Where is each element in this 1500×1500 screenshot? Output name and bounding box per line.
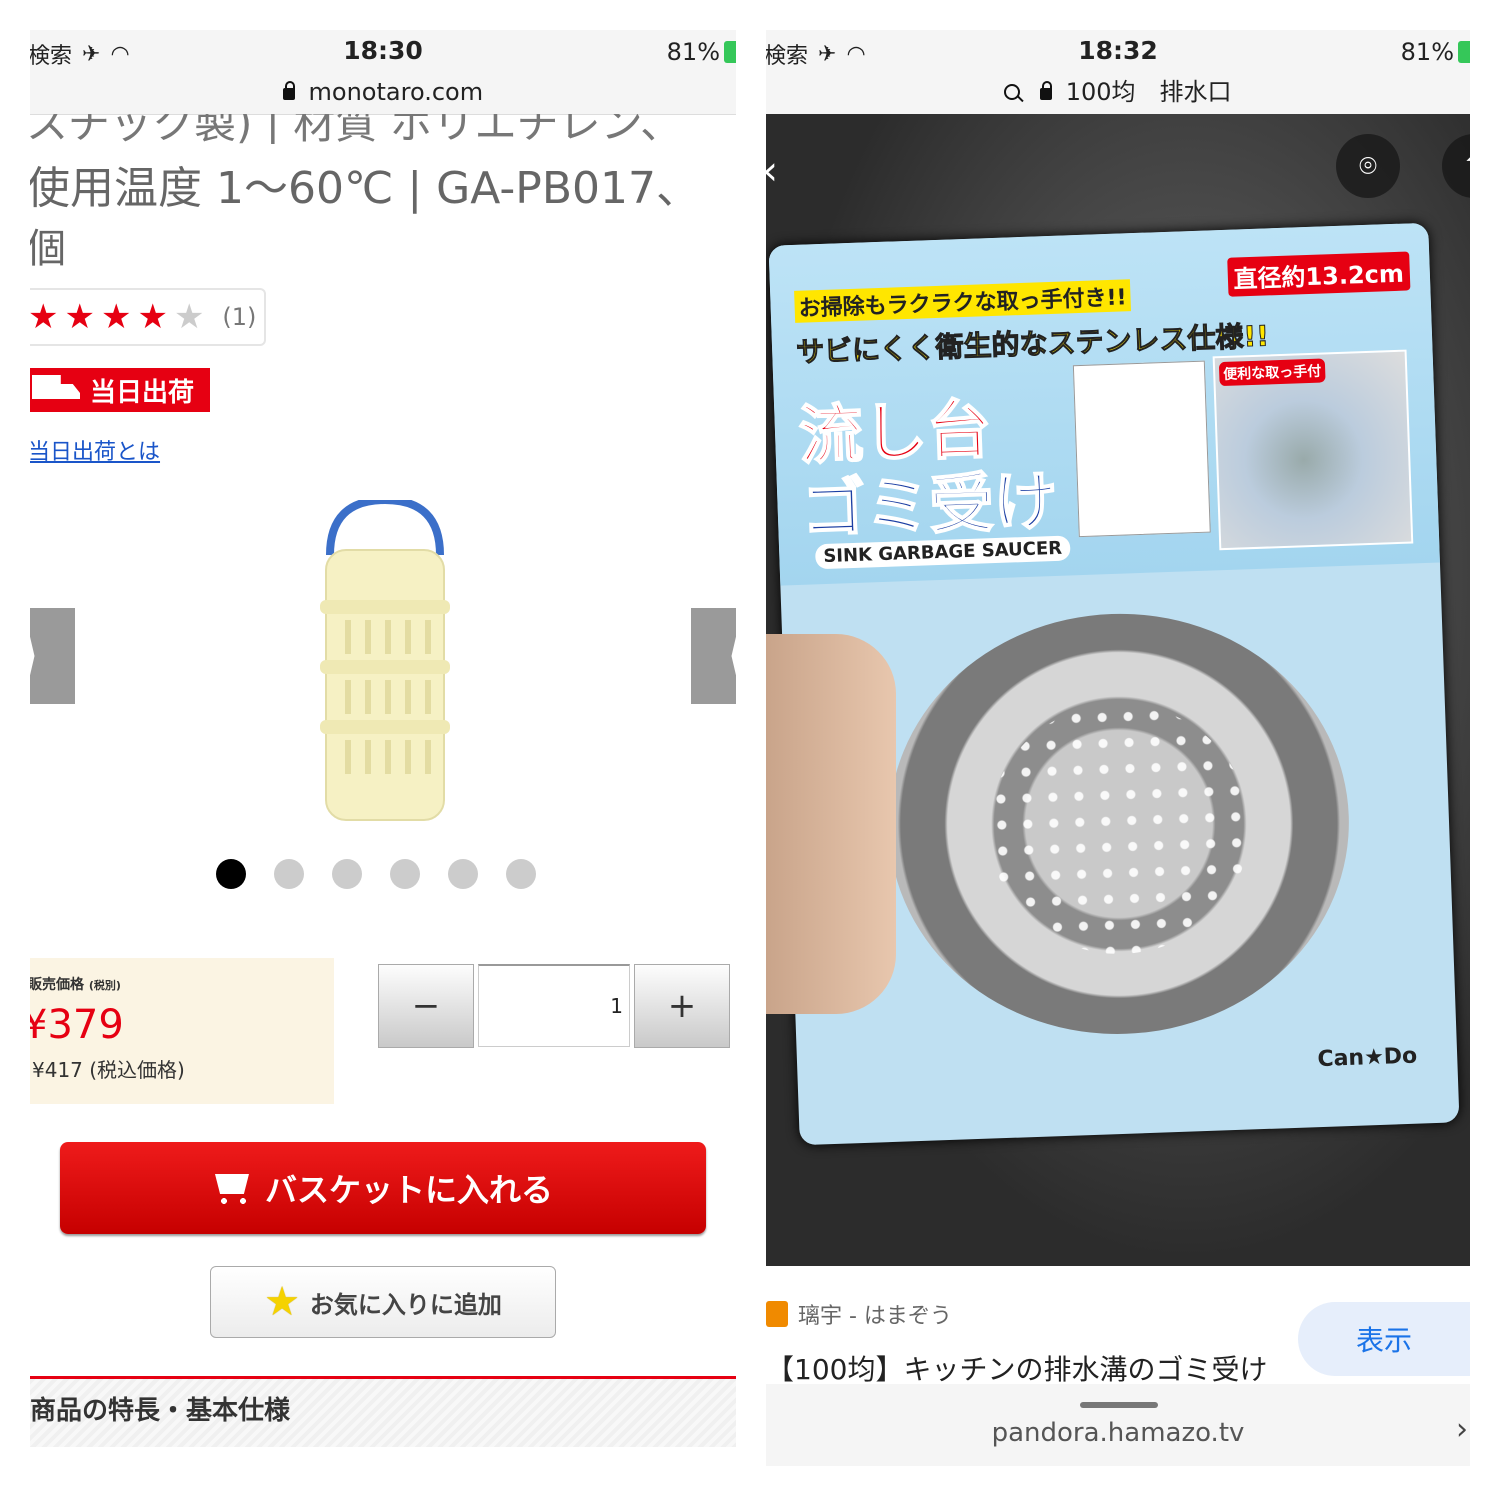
quantity-stepper: − 1 + bbox=[378, 964, 730, 1048]
package-diameter: 直径約13.2cm bbox=[1226, 251, 1411, 297]
star-icon: ★ bbox=[100, 297, 132, 337]
prev-image-button[interactable] bbox=[30, 608, 75, 704]
show-button[interactable]: 表示 bbox=[1298, 1302, 1470, 1376]
source-row[interactable]: 璃宇 - はまぞう bbox=[766, 1298, 952, 1330]
status-time: 18:30 bbox=[343, 36, 423, 65]
image-preview[interactable]: ‹ ⌾ ⇪ お掃除もラクラクな取っ手付き!! サビにくく衛生的なステンレス仕様!… bbox=[766, 114, 1470, 1266]
next-image-button[interactable] bbox=[691, 608, 736, 704]
quantity-minus-button[interactable]: − bbox=[378, 964, 475, 1048]
add-to-favorites-button[interactable]: ★ お気に入りに追加 bbox=[210, 1266, 556, 1338]
star-icon: ★ bbox=[30, 297, 59, 337]
same-day-shipping-badge: 当日出荷 bbox=[30, 368, 210, 412]
price-box: 販売価格 (税別) ¥379 ¥417 (税込価格) bbox=[30, 958, 334, 1104]
battery-icon bbox=[1458, 41, 1470, 63]
rating-box[interactable]: ★ ★ ★ ★ ★ (1) bbox=[30, 288, 266, 346]
lock-icon bbox=[282, 81, 295, 100]
status-bar: 検索 ✈ ◠ 18:32 81% bbox=[766, 30, 1470, 74]
quantity-plus-button[interactable]: + bbox=[633, 964, 730, 1048]
status-bar: 検索 ✈ ◠ 18:30 81% bbox=[30, 30, 736, 74]
lock-icon bbox=[1040, 81, 1053, 100]
bottom-url: pandora.hamazo.tv bbox=[991, 1418, 1245, 1448]
section-heading: 商品の特長・基本仕様 bbox=[30, 1376, 736, 1447]
add-to-basket-button[interactable]: バスケットに入れる bbox=[60, 1142, 706, 1234]
status-time: 18:32 bbox=[1078, 36, 1158, 65]
pagination-dot[interactable] bbox=[390, 859, 420, 889]
price-label: 販売価格 (税別) bbox=[30, 974, 121, 994]
back-arrow-icon[interactable]: ‹ bbox=[766, 148, 778, 194]
price-label-text: 販売価格 bbox=[30, 977, 84, 993]
review-count: (1) bbox=[222, 303, 257, 331]
ship-badge-label: 当日出荷 bbox=[90, 377, 195, 408]
search-query: 100均 排水口 bbox=[1065, 78, 1232, 106]
spec-line-1: スチック製) | 材質 ポリエチレン、 bbox=[30, 114, 683, 144]
status-battery: 81% bbox=[1401, 38, 1470, 66]
star-icon: ★ bbox=[264, 1279, 300, 1325]
image-pagination bbox=[216, 859, 536, 889]
source-name: 璃宇 - はまぞう bbox=[798, 1304, 952, 1329]
battery-icon bbox=[724, 41, 736, 63]
handle-label: 便利な取っ手付 bbox=[1218, 358, 1326, 387]
left-screenshot: 検索 ✈ ◠ 18:30 81% monotaro.com スチック製) | 材… bbox=[30, 30, 736, 1466]
spec-line-2: 使用温度 1〜60℃ | GA-PB017、 bbox=[30, 163, 700, 214]
price-value: ¥379 bbox=[30, 1002, 124, 1048]
pagination-dot[interactable] bbox=[274, 859, 304, 889]
right-screenshot: 検索 ✈ ◠ 18:32 81% 100均 排水口 ‹ ⌾ ⇪ お掃除もラクラク… bbox=[766, 30, 1470, 1466]
pagination-dot[interactable] bbox=[448, 859, 478, 889]
pagination-dot[interactable] bbox=[216, 859, 246, 889]
battery-percent: 81% bbox=[666, 38, 720, 66]
star-icon: ★ bbox=[64, 297, 95, 337]
spec-line-3: 個 bbox=[30, 226, 66, 272]
brand-logo: Can★Do bbox=[1317, 1043, 1418, 1073]
battery-percent: 81% bbox=[1400, 38, 1454, 66]
share-icon[interactable]: ⇪ bbox=[1442, 134, 1470, 198]
add-to-favorites-label: お気に入りに追加 bbox=[309, 1290, 502, 1319]
search-icon bbox=[1004, 84, 1021, 100]
price-tax-included: ¥417 (税込価格) bbox=[32, 1058, 185, 1082]
address-bar[interactable]: monotaro.com bbox=[30, 74, 736, 115]
pagination-dot[interactable] bbox=[332, 859, 362, 889]
star-empty-icon: ★ bbox=[173, 297, 205, 337]
package-title-2: ゴミ受け bbox=[799, 464, 1059, 549]
site-favicon-icon bbox=[766, 1301, 788, 1327]
star-icon: ★ bbox=[137, 297, 168, 337]
status-battery: 81% bbox=[667, 38, 736, 66]
bottom-url-bar[interactable]: pandora.hamazo.tv › bbox=[766, 1384, 1470, 1466]
chevron-right-icon[interactable]: › bbox=[1456, 1412, 1468, 1447]
quantity-input[interactable]: 1 bbox=[478, 964, 630, 1047]
truck-icon bbox=[32, 375, 80, 399]
search-bar[interactable]: 100均 排水口 bbox=[766, 74, 1470, 114]
pagination-dot[interactable] bbox=[506, 859, 536, 889]
result-title[interactable]: 【100均】キッチンの排水溝のゴミ受け bbox=[766, 1348, 1267, 1388]
price-label-note: (税別) bbox=[88, 979, 121, 992]
hand-photo bbox=[766, 634, 896, 1014]
same-day-shipping-link[interactable]: 当日出荷とは bbox=[30, 434, 160, 466]
size-diagram bbox=[1072, 360, 1211, 538]
lens-icon[interactable]: ⌾ bbox=[1336, 134, 1400, 198]
sheet-grabber[interactable] bbox=[1080, 1402, 1158, 1408]
product-image bbox=[320, 500, 450, 821]
cart-icon bbox=[213, 1170, 253, 1206]
address-url: monotaro.com bbox=[308, 78, 484, 106]
add-to-basket-label: バスケットに入れる bbox=[264, 1171, 553, 1209]
